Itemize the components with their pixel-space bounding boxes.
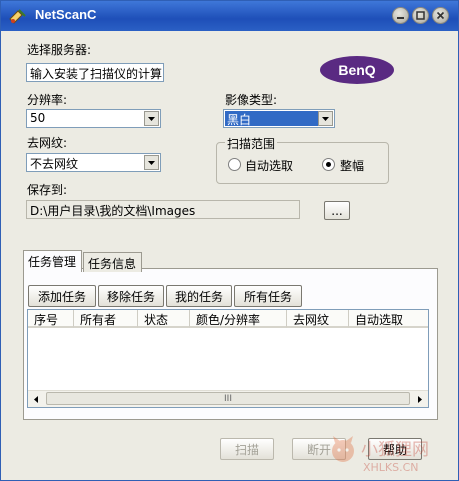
- column-header[interactable]: 颜色/分辨率: [190, 310, 287, 328]
- scanner-icon: [9, 9, 26, 24]
- column-header[interactable]: 去网纹: [287, 310, 349, 328]
- remove-task-button[interactable]: 移除任务: [98, 285, 164, 307]
- server-input[interactable]: 输入安装了扫描仪的计算: [26, 63, 164, 82]
- scroll-left-icon[interactable]: [28, 391, 44, 407]
- column-header[interactable]: 状态: [138, 310, 190, 328]
- radio-auto-select[interactable]: [228, 158, 241, 171]
- maximize-icon: [416, 11, 425, 20]
- my-tasks-button[interactable]: 我的任务: [166, 285, 232, 307]
- minimize-button[interactable]: [392, 7, 409, 24]
- chevron-down-icon[interactable]: [144, 111, 159, 126]
- scan-range-label: 扫描范围: [225, 135, 278, 152]
- window-title: NetScanC: [35, 7, 97, 22]
- resolution-select[interactable]: 50: [26, 109, 161, 128]
- column-header[interactable]: 序号: [28, 310, 74, 328]
- close-icon: [436, 11, 445, 20]
- radio-full-page[interactable]: [322, 158, 335, 171]
- descreen-value: 不去网纹: [30, 157, 79, 171]
- scan-button[interactable]: 扫描: [220, 438, 274, 460]
- app-window: NetScanC 选择服务器: 输入安装了扫描仪的计算 BenQ 分辨率: 50…: [0, 0, 459, 481]
- descreen-label: 去网纹:: [27, 136, 68, 150]
- title-bar[interactable]: NetScanC: [1, 1, 458, 31]
- svg-text:XHLKS.CN: XHLKS.CN: [363, 461, 419, 474]
- chevron-down-icon[interactable]: [318, 111, 333, 126]
- chevron-down-icon[interactable]: [144, 155, 159, 170]
- minimize-icon: [397, 17, 404, 19]
- save-path-field[interactable]: D:\用户目录\我的文档\Images: [26, 200, 300, 219]
- resolution-value: 50: [30, 111, 46, 125]
- image-type-value: 黑白: [225, 111, 319, 127]
- scroll-right-icon[interactable]: [412, 391, 428, 407]
- benq-logo: BenQ: [320, 56, 394, 84]
- watermark-logo: 小狐狸网 XHLKS.CN: [332, 436, 429, 474]
- all-tasks-button[interactable]: 所有任务: [234, 285, 302, 307]
- tab-task-management[interactable]: 任务管理: [23, 250, 82, 272]
- close-button[interactable]: [432, 7, 449, 24]
- save-to-label: 保存到:: [27, 183, 68, 197]
- svg-text:小狐狸网: 小狐狸网: [361, 440, 429, 460]
- scroll-thumb[interactable]: III: [46, 392, 410, 405]
- add-task-button[interactable]: 添加任务: [28, 285, 96, 307]
- image-type-label: 影像类型:: [225, 93, 278, 107]
- server-label: 选择服务器:: [27, 43, 92, 57]
- browse-button[interactable]: ...: [324, 201, 350, 220]
- image-type-select[interactable]: 黑白: [223, 109, 335, 128]
- full-page-label: 整幅: [340, 159, 365, 173]
- column-header[interactable]: 自动选取: [349, 310, 428, 328]
- task-list[interactable]: 序号 所有者 状态 颜色/分辨率 去网纹 自动选取 III: [27, 309, 429, 408]
- horizontal-scrollbar[interactable]: III: [28, 390, 428, 407]
- svg-text:BenQ: BenQ: [338, 62, 375, 78]
- maximize-button[interactable]: [412, 7, 429, 24]
- resolution-label: 分辨率:: [27, 93, 68, 107]
- tab-task-info[interactable]: 任务信息: [83, 252, 142, 272]
- descreen-select[interactable]: 不去网纹: [26, 153, 161, 172]
- auto-select-label: 自动选取: [245, 159, 294, 173]
- column-header[interactable]: 所有者: [74, 310, 138, 328]
